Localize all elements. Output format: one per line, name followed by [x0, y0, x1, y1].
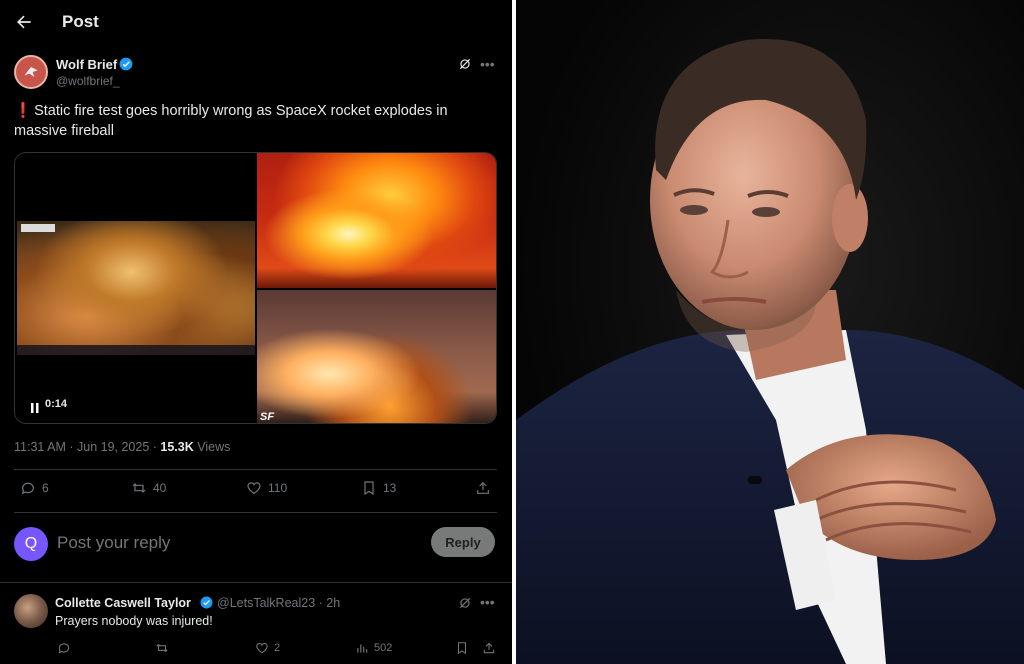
- reply-input[interactable]: [57, 531, 417, 555]
- comment-views-count: 502: [374, 642, 393, 654]
- author-handle[interactable]: @wolfbrief_: [56, 74, 120, 88]
- reply-icon: [58, 643, 70, 654]
- page-title: Post: [62, 12, 99, 31]
- comment-like-action[interactable]: 2: [255, 641, 280, 655]
- comment-bookmark-action[interactable]: [455, 641, 469, 655]
- views-label: Views: [193, 440, 231, 454]
- comment-like-count: 2: [274, 642, 281, 654]
- analytics-icon: [357, 644, 368, 653]
- bookmark-icon: [457, 642, 467, 655]
- share-icon: [483, 642, 495, 654]
- grok-icon[interactable]: [458, 57, 472, 71]
- commenter-handle[interactable]: @LetsTalkReal23 · 2h: [217, 596, 340, 610]
- repost-count: 40: [153, 481, 167, 495]
- repost-action[interactable]: 40: [131, 480, 166, 496]
- video-ticker-bar: [17, 345, 255, 355]
- repost-icon: [156, 643, 168, 653]
- video-overlay-tag: [21, 224, 55, 232]
- post-body: Static fire test goes horribly wrong as …: [14, 103, 448, 139]
- video-player[interactable]: 0:14: [15, 153, 256, 423]
- post-header: Post: [0, 0, 512, 44]
- bookmark-action[interactable]: 13: [361, 480, 396, 496]
- comment-share-action[interactable]: [482, 641, 496, 655]
- comment-views-action[interactable]: 502: [355, 641, 392, 655]
- verified-badge-icon: [119, 57, 133, 71]
- more-options-icon[interactable]: •••: [480, 56, 495, 72]
- post-media[interactable]: 0:14 SF: [14, 152, 497, 424]
- post-actions: 6 40 110 13: [0, 480, 512, 502]
- comment-repost-action[interactable]: [155, 641, 169, 655]
- author-name[interactable]: Wolf Brief: [56, 57, 117, 72]
- pause-icon[interactable]: [31, 400, 39, 413]
- comment-actions: 2 502: [0, 641, 512, 659]
- commenter-name[interactable]: Collette Caswell Taylor: [55, 596, 191, 610]
- share-action[interactable]: [475, 480, 491, 496]
- video-thumbnail[interactable]: [17, 221, 255, 355]
- commenter-avatar[interactable]: [14, 594, 48, 628]
- timestamp-text[interactable]: 11:31 AM · Jun 19, 2025 ·: [14, 440, 160, 454]
- post-text: ❗ Static fire test goes horribly wrong as…: [14, 101, 494, 141]
- post-panel: Post Wolf Brief @wolfbrief_ ••• ❗ Static …: [0, 0, 512, 664]
- reply-count: 6: [42, 481, 49, 495]
- portrait-photo: [516, 0, 1024, 664]
- video-time: 0:14: [45, 398, 68, 410]
- divider: [14, 469, 497, 470]
- grok-icon[interactable]: [458, 596, 472, 610]
- post-timestamp: 11:31 AM · Jun 19, 2025 · 15.3K Views: [14, 440, 230, 454]
- explosion-image-1[interactable]: [257, 153, 496, 288]
- like-action[interactable]: 110: [246, 480, 287, 496]
- share-icon: [477, 481, 489, 494]
- heart-icon: [247, 482, 261, 495]
- comment-reply-action[interactable]: [57, 641, 71, 655]
- heart-icon: [256, 643, 268, 654]
- author-avatar[interactable]: [14, 55, 48, 89]
- comment-text: Prayers nobody was injured!: [55, 614, 213, 628]
- reply-button[interactable]: Reply: [431, 527, 495, 557]
- repost-icon: [132, 483, 146, 493]
- back-arrow-icon[interactable]: [14, 12, 34, 32]
- portrait-illustration: [516, 39, 1024, 664]
- views-count: 15.3K: [160, 440, 194, 454]
- bookmark-count: 13: [383, 481, 397, 495]
- image-watermark: SF: [260, 411, 275, 423]
- verified-badge-icon: [200, 596, 213, 609]
- explosion-image-2[interactable]: SF: [257, 290, 496, 423]
- like-count: 110: [268, 481, 288, 495]
- reply-icon: [21, 482, 34, 495]
- divider: [14, 512, 497, 513]
- bookmark-icon: [364, 481, 374, 496]
- current-user-avatar[interactable]: Q: [14, 527, 48, 561]
- reply-action[interactable]: 6: [20, 480, 49, 496]
- exclamation-icon: ❗: [14, 103, 33, 119]
- more-options-icon[interactable]: •••: [480, 594, 495, 610]
- divider: [0, 582, 512, 583]
